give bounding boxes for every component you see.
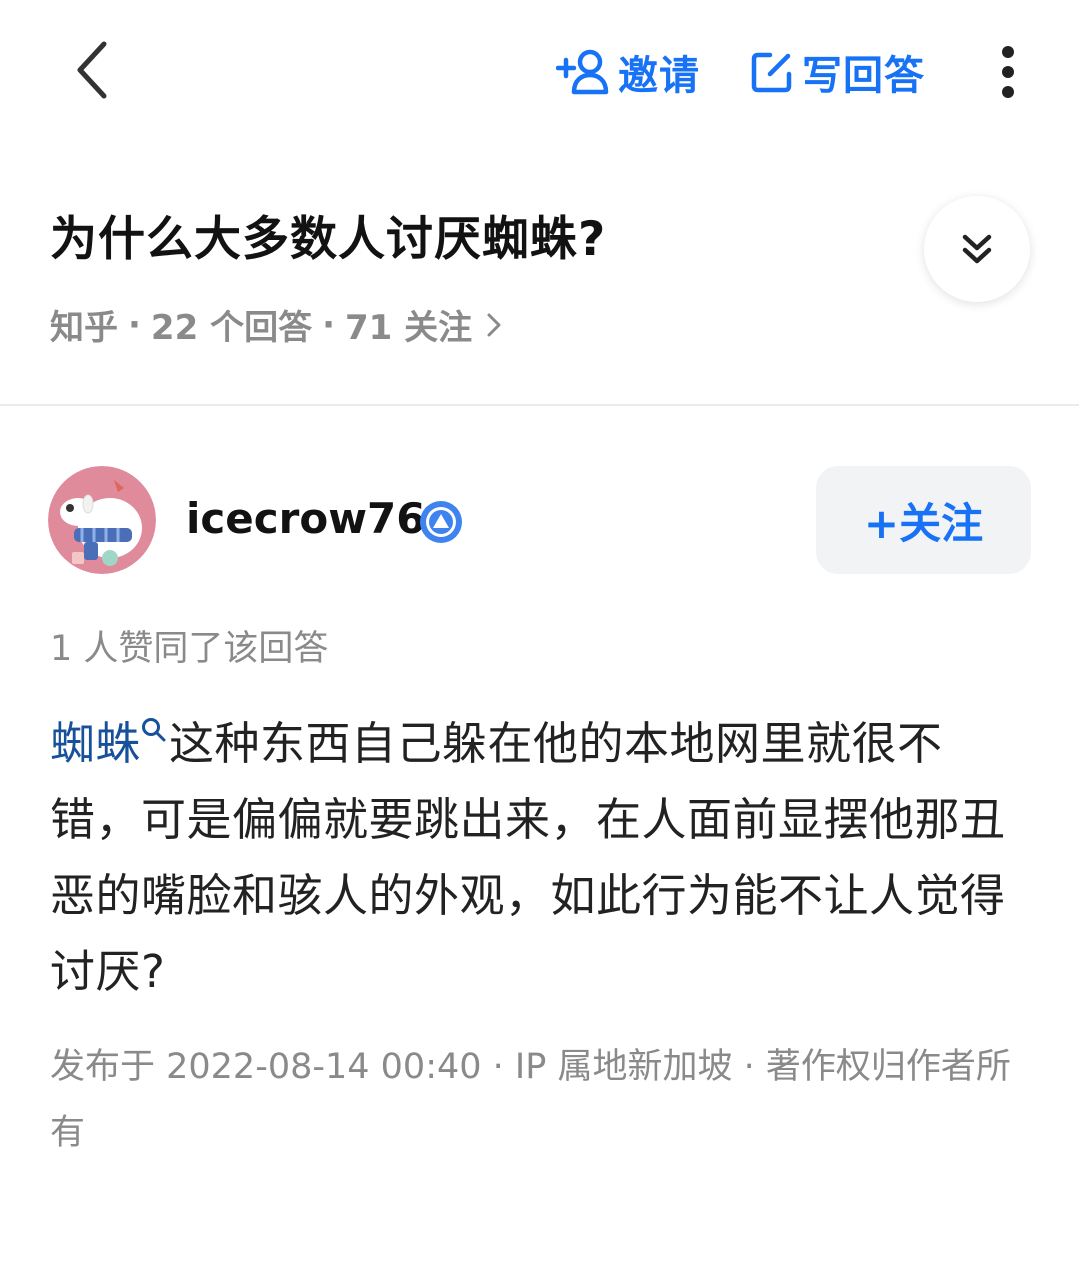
- upvote-count: 1 人赞同了该回答: [50, 629, 329, 669]
- keyword-link[interactable]: 蜘蛛: [50, 717, 141, 770]
- chevron-right-icon: [487, 313, 501, 336]
- more-button[interactable]: [990, 40, 1026, 104]
- avatar[interactable]: [48, 466, 156, 574]
- follower-count: 71 关注: [345, 308, 473, 348]
- invite-label: 邀请: [618, 53, 700, 99]
- write-answer-button[interactable]: 写回答: [750, 40, 925, 104]
- author-name[interactable]: icecrow76: [186, 494, 426, 543]
- back-icon: [77, 41, 107, 99]
- top-bar: 邀请 写回答: [0, 0, 1079, 150]
- question-title[interactable]: 为什么大多数人讨厌蜘蛛?: [50, 200, 606, 269]
- invite-button[interactable]: 邀请: [556, 40, 700, 104]
- divider: [0, 404, 1079, 406]
- more-icon: [1002, 46, 1014, 58]
- back-button[interactable]: [52, 30, 132, 110]
- answer-body: 蜘蛛 这种东西自己躲在他的本地网里就很不错，可是偏偏就要跳出来，在人面前显摆他那丑…: [50, 706, 1025, 1010]
- verified-badge-icon: [420, 501, 462, 543]
- search-icon[interactable]: [141, 717, 167, 743]
- edit-icon: [751, 52, 792, 93]
- separator: ·: [128, 304, 141, 345]
- add-user-icon: [556, 49, 609, 95]
- question-meta[interactable]: 知乎 · 22 个回答 · 71 关注: [50, 300, 502, 349]
- answer-count: 22 个回答: [150, 308, 313, 348]
- answer-text: 这种东西自己躲在他的本地网里就很不错，可是偏偏就要跳出来，在人面前显摆他那丑恶的…: [50, 717, 1006, 998]
- publish-info: 发布于 2022-08-14 00:40 · IP 属地新加坡 · 著作权归作者…: [50, 1047, 1011, 1153]
- source-label: 知乎: [50, 308, 118, 348]
- expand-button[interactable]: [924, 196, 1030, 302]
- separator: ·: [322, 304, 335, 345]
- expand-down-icon: [962, 234, 992, 264]
- write-answer-label: 写回答: [802, 53, 925, 99]
- follow-button[interactable]: +关注: [816, 466, 1031, 574]
